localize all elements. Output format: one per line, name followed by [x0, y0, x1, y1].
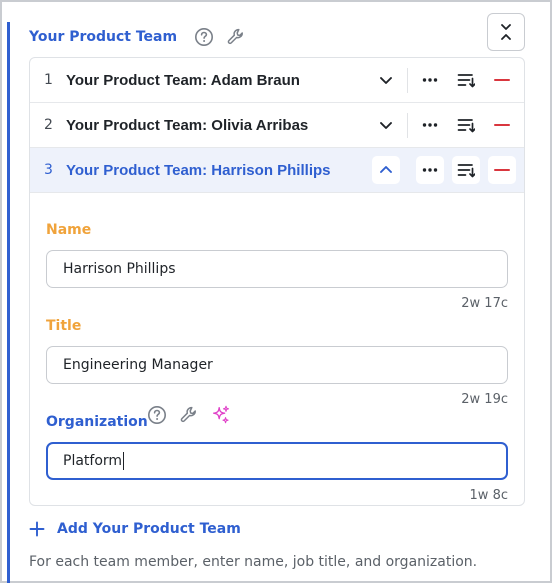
reorder-icon — [457, 164, 475, 178]
title-field[interactable]: Engineering Manager — [46, 346, 508, 384]
field-accent-bar — [7, 22, 10, 583]
item-label: Your Product Team: Olivia Arribas — [66, 116, 309, 134]
field-header: Your Product Team — [29, 24, 247, 50]
item-index: 3 — [44, 162, 53, 178]
reorder-button[interactable] — [452, 156, 480, 184]
form-card: Your Product Team 1 Your Product Team: A… — [0, 0, 552, 583]
remove-button[interactable] — [488, 156, 516, 184]
item-label: Your Product Team: Adam Braun — [66, 71, 300, 89]
field-help-text: For each team member, enter name, job ti… — [29, 554, 478, 570]
name-label: Name — [46, 222, 92, 238]
list-item[interactable]: 2 Your Product Team: Olivia Arribas — [30, 103, 524, 148]
divider — [407, 113, 408, 138]
reorder-icon — [457, 74, 475, 88]
organization-value: Platform — [63, 453, 123, 469]
reorder-button[interactable] — [452, 66, 480, 94]
help-icon[interactable] — [193, 26, 215, 48]
field-title: Your Product Team — [29, 29, 178, 45]
more-icon — [422, 123, 438, 127]
collapse-icon — [501, 24, 511, 40]
more-icon — [422, 168, 438, 172]
wrench-icon[interactable] — [178, 404, 200, 426]
more-button[interactable] — [416, 66, 444, 94]
remove-button[interactable] — [488, 111, 516, 139]
team-list: 1 Your Product Team: Adam Braun 2 Your P… — [29, 57, 525, 506]
plus-icon — [29, 521, 45, 537]
list-item[interactable]: 1 Your Product Team: Adam Braun — [30, 58, 524, 103]
more-button[interactable] — [416, 111, 444, 139]
more-icon — [422, 78, 438, 82]
organization-field[interactable]: Platform — [46, 442, 508, 480]
expand-button[interactable] — [372, 111, 400, 139]
title-label: Title — [46, 318, 82, 334]
remove-icon — [494, 169, 510, 171]
item-index: 2 — [44, 117, 53, 133]
more-button[interactable] — [416, 156, 444, 184]
chevron-down-icon — [380, 122, 392, 129]
item-index: 1 — [44, 72, 53, 88]
organization-tools — [146, 404, 242, 426]
chevron-up-icon — [380, 166, 392, 173]
add-button-label: Add Your Product Team — [57, 521, 241, 537]
wrench-icon[interactable] — [225, 26, 247, 48]
title-value: Engineering Manager — [63, 357, 213, 373]
remove-icon — [494, 79, 510, 81]
sparkle-icon[interactable] — [210, 404, 232, 426]
collapse-all-button[interactable] — [487, 13, 525, 51]
help-icon[interactable] — [146, 404, 168, 426]
divider — [407, 68, 408, 93]
remove-button[interactable] — [488, 66, 516, 94]
expanded-item-panel: Name Harrison Phillips 2w 17c Title Engi… — [30, 193, 524, 505]
list-item-expanded[interactable]: 3 Your Product Team: Harrison Phillips — [30, 148, 524, 193]
item-label: Your Product Team: Harrison Phillips — [66, 161, 331, 179]
name-field[interactable]: Harrison Phillips — [46, 250, 508, 288]
organization-length-meta: 1w 8c — [469, 488, 508, 503]
add-team-member-button[interactable]: Add Your Product Team — [29, 518, 241, 540]
organization-label: Organization — [46, 414, 148, 430]
name-value: Harrison Phillips — [63, 261, 176, 277]
collapse-button[interactable] — [372, 156, 400, 184]
remove-icon — [494, 124, 510, 126]
text-cursor — [123, 452, 125, 470]
title-length-meta: 2w 19c — [461, 392, 508, 407]
reorder-button[interactable] — [452, 111, 480, 139]
reorder-icon — [457, 119, 475, 133]
expand-button[interactable] — [372, 66, 400, 94]
chevron-down-icon — [380, 77, 392, 84]
name-length-meta: 2w 17c — [461, 296, 508, 311]
